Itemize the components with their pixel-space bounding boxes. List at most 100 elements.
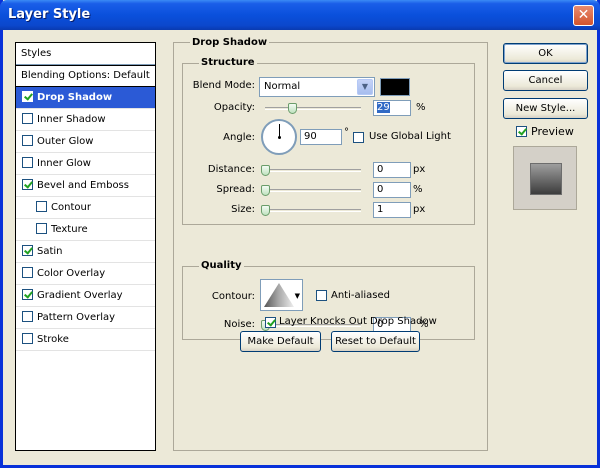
style-item-texture[interactable]: Texture <box>16 219 155 241</box>
style-item-checkbox[interactable] <box>22 134 33 146</box>
blending-options-item[interactable]: Blending Options: Default <box>16 65 155 87</box>
contour-label: Contour: <box>211 291 255 302</box>
style-item-label: Drop Shadow <box>37 92 113 103</box>
style-item-color-overlay[interactable]: Color Overlay <box>16 263 155 285</box>
ok-button[interactable]: OK <box>503 43 588 64</box>
layer-style-dialog: Layer Style ✕ Styles Blending Options: D… <box>0 0 600 468</box>
size-slider-thumb[interactable] <box>261 205 270 216</box>
title-bar[interactable]: Layer Style ✕ <box>0 0 600 30</box>
style-item-label: Pattern Overlay <box>37 312 116 323</box>
style-item-inner-glow[interactable]: Inner Glow <box>16 153 155 175</box>
style-item-label: Inner Shadow <box>37 114 106 125</box>
preview-swatch <box>531 164 561 194</box>
style-item-checkbox[interactable] <box>36 200 47 212</box>
style-item-drop-shadow[interactable]: Drop Shadow <box>16 87 155 109</box>
angle-dial-center <box>278 136 281 139</box>
noise-label: Noise: <box>223 319 255 330</box>
angle-label: Angle: <box>223 132 255 143</box>
opacity-unit: % <box>416 102 426 113</box>
contour-preview <box>264 283 294 307</box>
style-item-checkbox[interactable] <box>22 156 33 168</box>
style-item-label: Color Overlay <box>37 268 106 279</box>
style-item-label: Contour <box>51 202 91 213</box>
quality-group: Quality Contour: ▼ Anti-aliased Noise: 0… <box>182 260 475 340</box>
style-item-gradient-overlay[interactable]: Gradient Overlay <box>16 285 155 307</box>
knockout-label: Layer Knocks Out Drop Shadow <box>279 316 437 327</box>
style-item-checkbox[interactable] <box>22 288 33 300</box>
distance-slider-track[interactable] <box>265 169 361 172</box>
preview-checkbox[interactable] <box>516 126 527 137</box>
style-item-outer-glow[interactable]: Outer Glow <box>16 131 155 153</box>
style-item-checkbox[interactable] <box>22 244 33 256</box>
blend-mode-select[interactable]: Normal ▼ <box>259 77 375 97</box>
style-item-checkbox[interactable] <box>22 90 33 102</box>
distance-input[interactable]: 0 <box>373 162 411 178</box>
use-global-light-label: Use Global Light <box>369 131 451 142</box>
use-global-light-checkbox[interactable] <box>353 132 364 143</box>
style-item-checkbox[interactable] <box>36 222 47 234</box>
style-item-checkbox[interactable] <box>22 332 33 344</box>
style-item-pattern-overlay[interactable]: Pattern Overlay <box>16 307 155 329</box>
opacity-slider-track[interactable] <box>265 107 361 110</box>
drop-shadow-title: Drop Shadow <box>190 37 270 48</box>
opacity-input[interactable]: 29 <box>373 100 411 116</box>
style-item-inner-shadow[interactable]: Inner Shadow <box>16 109 155 131</box>
style-preview <box>513 146 577 210</box>
close-button[interactable]: ✕ <box>573 5 594 26</box>
size-label: Size: <box>231 204 255 215</box>
knockout-checkbox[interactable] <box>265 317 276 328</box>
preview-label: Preview <box>531 125 574 138</box>
style-item-checkbox[interactable] <box>22 178 33 190</box>
spread-input[interactable]: 0 <box>373 182 411 198</box>
style-item-label: Stroke <box>37 334 69 345</box>
styles-header[interactable]: Styles <box>16 43 155 65</box>
quality-title: Quality <box>199 260 244 271</box>
angle-input[interactable]: 90 <box>300 129 342 145</box>
style-item-label: Bevel and Emboss <box>37 180 129 191</box>
style-item-checkbox[interactable] <box>22 112 33 124</box>
style-items: Drop Shadow Inner Shadow Outer Glow Inner G… <box>16 87 155 351</box>
style-item-stroke[interactable]: Stroke <box>16 329 155 351</box>
style-item-label: Outer Glow <box>37 136 94 147</box>
style-item-bevel-and-emboss[interactable]: Bevel and Emboss <box>16 175 155 197</box>
style-item-contour[interactable]: Contour <box>16 197 155 219</box>
spread-unit: % <box>413 184 423 195</box>
style-item-checkbox[interactable] <box>22 266 33 278</box>
style-item-label: Satin <box>37 246 63 257</box>
angle-dial[interactable] <box>261 119 297 155</box>
spread-slider-thumb[interactable] <box>261 185 270 196</box>
contour-picker[interactable]: ▼ <box>260 279 303 311</box>
size-slider-track[interactable] <box>265 209 361 212</box>
cancel-button[interactable]: Cancel <box>503 70 588 91</box>
anti-aliased-checkbox[interactable] <box>316 290 327 301</box>
size-unit: px <box>413 204 426 215</box>
style-item-satin[interactable]: Satin <box>16 241 155 263</box>
chevron-down-icon[interactable]: ▼ <box>295 292 300 300</box>
window-title: Layer Style <box>8 7 91 22</box>
structure-group: Structure Blend Mode: Normal ▼ Opacity: … <box>182 57 475 225</box>
make-default-button[interactable]: Make Default <box>240 331 321 352</box>
anti-aliased-label: Anti-aliased <box>331 290 391 301</box>
opacity-slider-thumb[interactable] <box>288 103 297 114</box>
chevron-down-icon: ▼ <box>357 79 373 95</box>
blend-mode-value: Normal <box>264 81 301 92</box>
distance-label: Distance: <box>207 164 255 175</box>
angle-unit: ° <box>344 127 349 138</box>
structure-title: Structure <box>199 57 257 68</box>
shadow-color-swatch[interactable] <box>380 78 410 96</box>
distance-unit: px <box>413 164 426 175</box>
spread-slider-track[interactable] <box>265 189 361 192</box>
spread-label: Spread: <box>216 184 255 195</box>
style-item-label: Texture <box>51 224 88 235</box>
dialog-client-area: Styles Blending Options: Default Drop Sh… <box>3 30 597 465</box>
size-input[interactable]: 1 <box>373 202 411 218</box>
drop-shadow-panel: Drop Shadow Structure Blend Mode: Normal… <box>173 37 488 451</box>
style-item-label: Inner Glow <box>37 158 91 169</box>
new-style-button[interactable]: New Style... <box>503 98 588 119</box>
style-item-label: Gradient Overlay <box>37 290 123 301</box>
blend-mode-label: Blend Mode: <box>192 80 255 91</box>
distance-slider-thumb[interactable] <box>261 165 270 176</box>
reset-to-default-button[interactable]: Reset to Default <box>331 331 420 352</box>
style-item-checkbox[interactable] <box>22 310 33 322</box>
opacity-label: Opacity: <box>213 102 255 113</box>
